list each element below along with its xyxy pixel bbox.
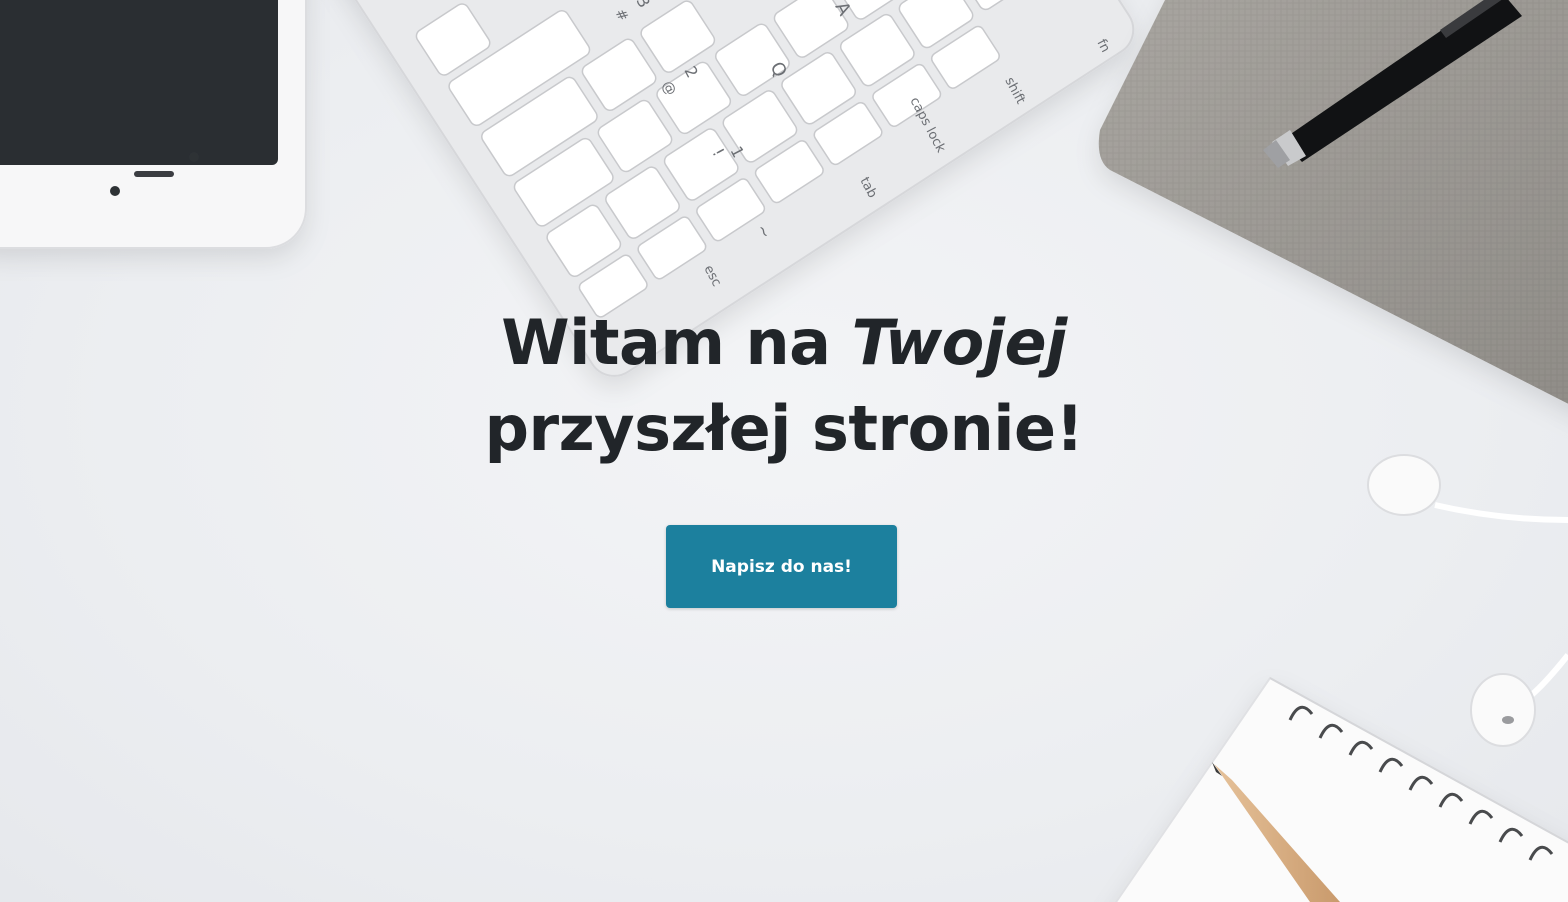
hero-headline: Witam na Twojej przyszłej stronie! (384, 300, 1184, 472)
headline-line1-prefix: Witam na (501, 306, 852, 379)
contact-us-button[interactable]: Napisz do nas! (666, 525, 897, 608)
headline-emphasis: Twojej (851, 306, 1068, 379)
earbuds-image (1367, 454, 1568, 747)
phone-image (0, 0, 307, 249)
headline-line2: przyszłej stronie! (484, 392, 1084, 465)
hero-section: esc tab caps lock shift fn Q A ~ ! 1 @ 2… (0, 0, 1568, 902)
